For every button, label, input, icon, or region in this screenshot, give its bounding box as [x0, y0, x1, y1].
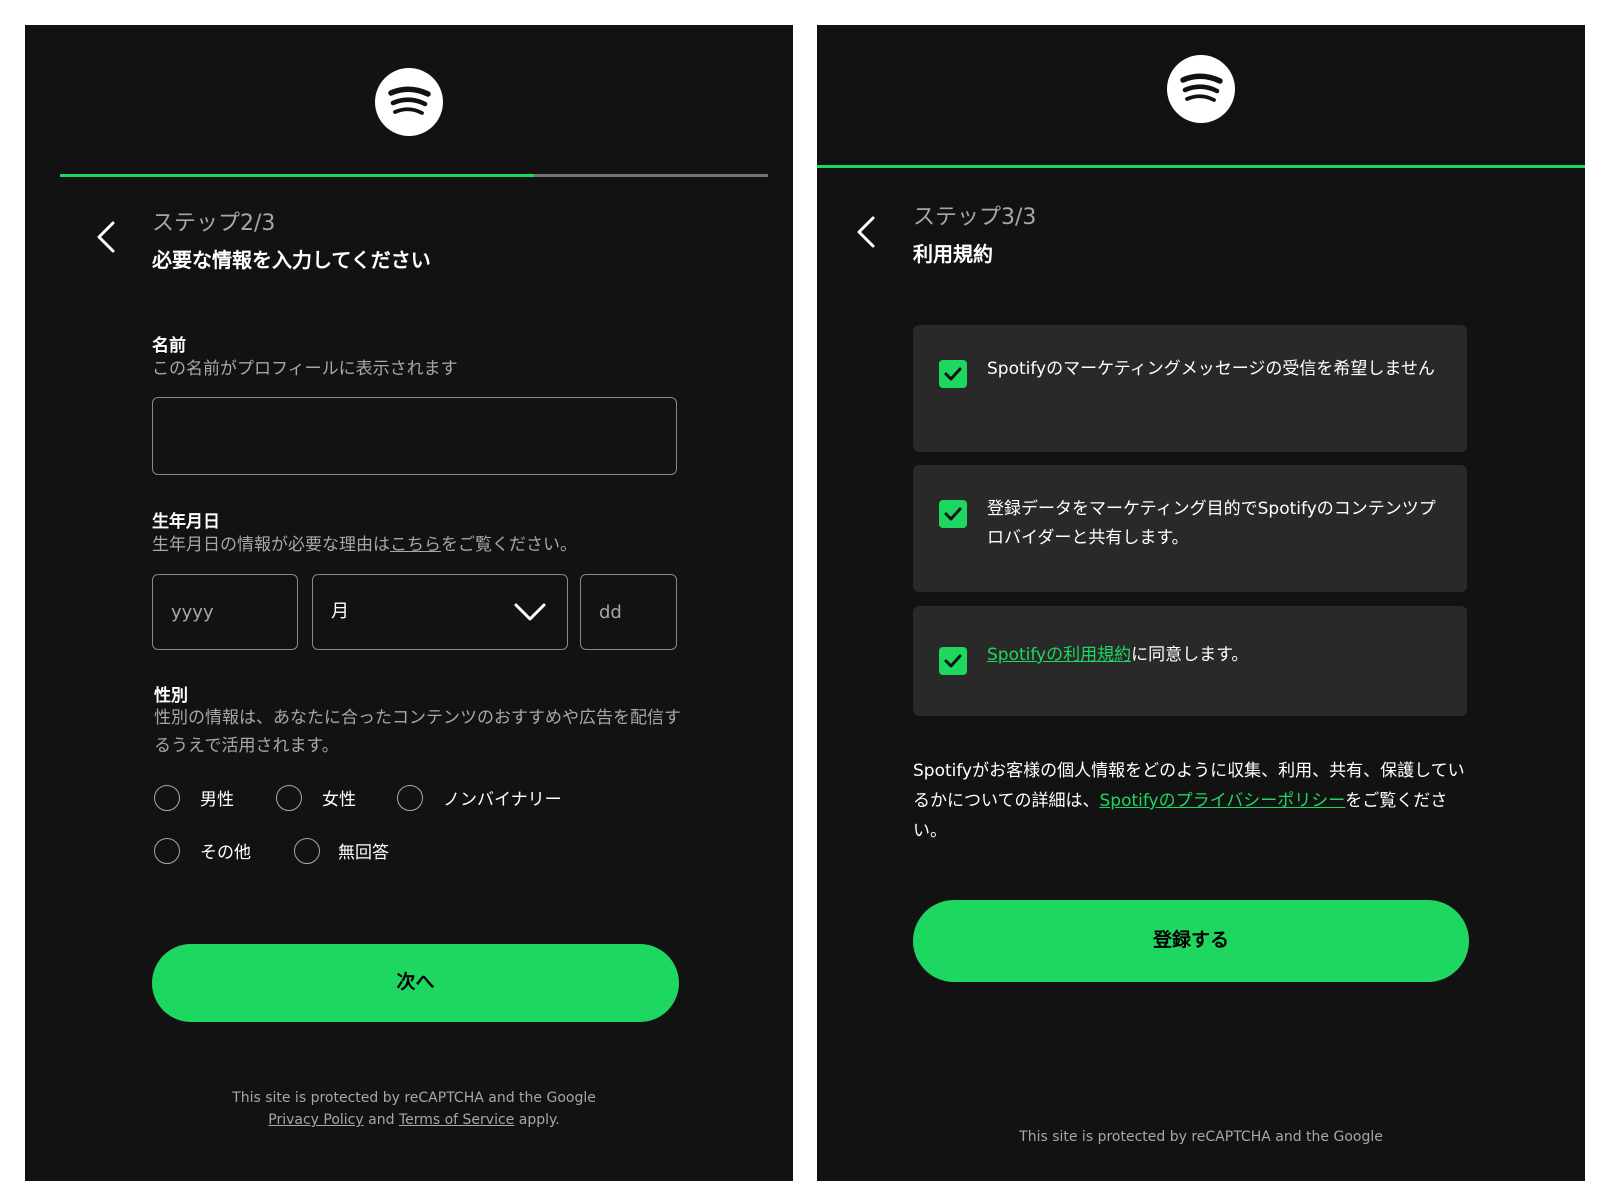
birthday-hint-text-after: をご覧ください。	[441, 535, 577, 555]
progress-bar-fill	[60, 174, 535, 177]
privacy-notice: Spotifyがお客様の個人情報をどのように収集、利用、共有、保護しているかにつ…	[913, 756, 1469, 846]
radio-circle-icon	[154, 838, 180, 864]
gender-radio-label: ノンバイナリー	[443, 790, 562, 810]
consent-text: Spotifyのマーケティングメッセージの受信を希望しません	[987, 359, 1435, 379]
radio-circle-icon	[294, 838, 320, 864]
data-sharing-checkbox[interactable]	[939, 500, 967, 528]
recaptcha-notice-line: This site is protected by reCAPTCHA and …	[232, 1090, 596, 1106]
gender-radio-other[interactable]: その他	[154, 836, 284, 866]
consent-text: 登録データをマーケティング目的でSpotifyのコンテンツプロバイダーと共有しま…	[987, 499, 1436, 548]
progress-bar	[817, 165, 1585, 168]
spotify-logo-icon	[1167, 55, 1235, 123]
progress-bar-fill	[817, 165, 1585, 168]
page-title: 必要な情報を入力してください	[152, 248, 431, 272]
marketing-opt-out-checkbox[interactable]	[939, 360, 967, 388]
birth-month-value: 月	[331, 601, 349, 622]
name-hint: この名前がプロフィールに表示されます	[152, 359, 458, 379]
radio-circle-icon	[154, 785, 180, 811]
progress-bar	[60, 174, 768, 177]
gender-radio-nonbinary[interactable]: ノンバイナリー	[397, 783, 597, 813]
birthday-reason-link[interactable]: こちら	[390, 535, 441, 555]
gender-radio-label: 女性	[322, 790, 356, 810]
birth-day-input[interactable]	[580, 574, 677, 650]
birth-year-input[interactable]	[152, 574, 298, 650]
consent-card-data-sharing: 登録データをマーケティング目的でSpotifyのコンテンツプロバイダーと共有しま…	[913, 465, 1467, 592]
back-chevron-icon[interactable]	[93, 217, 123, 257]
footer-and-text: and	[368, 1112, 395, 1128]
birthday-hint: 生年月日の情報が必要な理由はこちらをご覧ください。	[152, 531, 577, 559]
consent-card-terms: Spotifyの利用規約に同意します。	[913, 606, 1467, 716]
terms-of-use-link[interactable]: Spotifyの利用規約	[987, 645, 1131, 665]
signup-step-2-panel: ステップ2/3 必要な情報を入力してください 名前 この名前がプロフィールに表示…	[25, 25, 793, 1181]
gender-radio-label: その他	[200, 843, 251, 863]
birthday-hint-text: 生年月日の情報が必要な理由は	[152, 535, 390, 555]
recaptcha-notice-links: Privacy Policy and Terms of Service appl…	[25, 1109, 793, 1131]
chevron-down-icon	[513, 601, 547, 623]
gender-radio-label: 男性	[200, 790, 234, 810]
gender-radio-female[interactable]: 女性	[276, 783, 386, 813]
next-button[interactable]: 次へ	[152, 944, 679, 1022]
gender-radio-label: 無回答	[338, 843, 389, 863]
terms-agree-text: に同意します。	[1131, 645, 1249, 665]
page-title: 利用規約	[913, 242, 993, 266]
radio-circle-icon	[276, 785, 302, 811]
spotify-logo-icon	[375, 68, 443, 136]
register-button[interactable]: 登録する	[913, 900, 1469, 982]
recaptcha-notice: This site is protected by reCAPTCHA and …	[25, 1087, 793, 1131]
gender-radio-no-answer[interactable]: 無回答	[294, 836, 424, 866]
recaptcha-notice: This site is protected by reCAPTCHA and …	[1019, 1129, 1383, 1145]
name-input[interactable]	[152, 397, 677, 475]
birth-month-select[interactable]: 月	[312, 574, 568, 650]
terms-of-service-link[interactable]: Terms of Service	[399, 1112, 514, 1128]
radio-circle-icon	[397, 785, 423, 811]
gender-radio-male[interactable]: 男性	[154, 783, 264, 813]
step-indicator: ステップ2/3	[152, 211, 276, 236]
gender-hint: 性別の情報は、あなたに合ったコンテンツのおすすめや広告を配信するうえで活用されま…	[154, 708, 681, 756]
name-label: 名前	[152, 336, 186, 356]
signup-step-3-panel: ステップ3/3 利用規約 Spotifyのマーケティングメッセージの受信を希望し…	[817, 25, 1585, 1181]
footer-apply-text: apply.	[518, 1112, 560, 1128]
privacy-policy-link[interactable]: Spotifyのプライバシーポリシー	[1100, 791, 1346, 811]
consent-card-marketing: Spotifyのマーケティングメッセージの受信を希望しません	[913, 325, 1467, 452]
back-chevron-icon[interactable]	[853, 212, 883, 252]
step-indicator: ステップ3/3	[913, 205, 1037, 230]
terms-agree-checkbox[interactable]	[939, 647, 967, 675]
consent-text: Spotifyの利用規約に同意します。	[987, 641, 1437, 670]
privacy-policy-link[interactable]: Privacy Policy	[268, 1112, 363, 1128]
birthday-label: 生年月日	[152, 512, 220, 532]
gender-label: 性別	[154, 686, 188, 706]
